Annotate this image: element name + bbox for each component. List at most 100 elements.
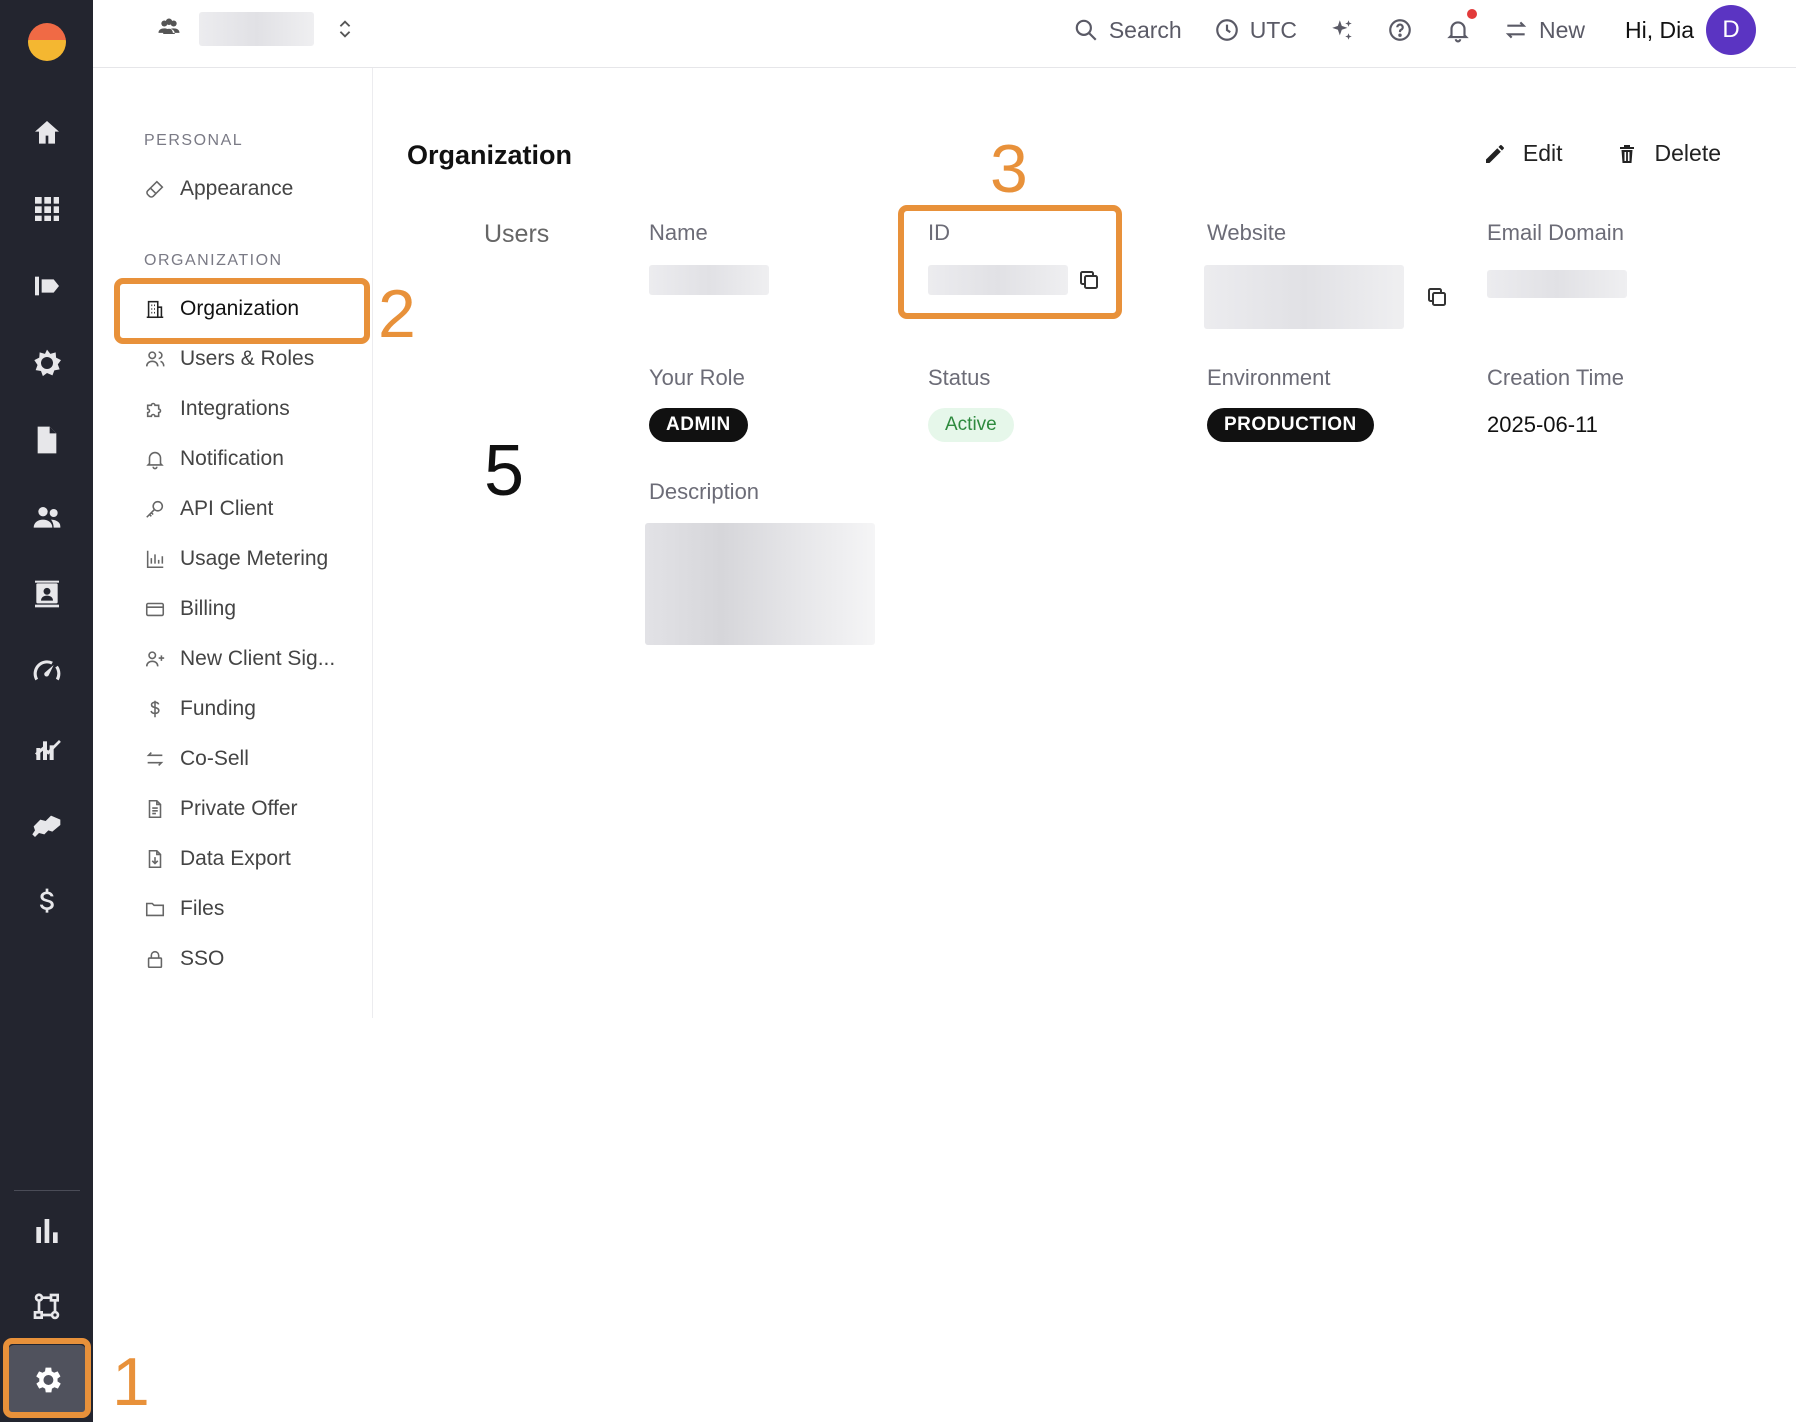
sidebar-item-appearance[interactable]: Appearance	[144, 171, 293, 207]
folder-icon	[145, 902, 165, 917]
sidebar-item-users-roles[interactable]: Users & Roles	[144, 341, 314, 377]
sidebar-item-funding[interactable]: Funding	[144, 691, 256, 727]
sparkle-icon	[1332, 20, 1352, 40]
name-label: Name	[649, 220, 708, 245]
annotation-number-5: 5	[484, 431, 525, 511]
bar-chart-icon[interactable]	[26, 1210, 68, 1252]
personal-section-heading: PERSONAL	[144, 132, 244, 149]
page-title: Organization	[407, 140, 573, 170]
lock-icon	[147, 950, 163, 969]
bar-chart-icon	[146, 550, 164, 569]
org-name-redacted	[199, 12, 314, 46]
edit-button[interactable]: Edit	[1483, 140, 1563, 167]
listing-icon[interactable]	[26, 265, 68, 307]
chevron-updown-icon	[334, 15, 356, 43]
trash-icon	[1619, 144, 1634, 163]
copy-icon	[1428, 288, 1446, 306]
sidebar-item-usage-metering[interactable]: Usage Metering	[144, 541, 328, 577]
handshake-icon[interactable]	[26, 804, 68, 846]
status-label: Status	[928, 365, 991, 390]
rail-divider	[14, 1190, 80, 1191]
copy-id-button[interactable]	[1077, 268, 1101, 292]
new-button[interactable]: New	[1503, 17, 1585, 44]
sidebar-item-label: New Client Sig...	[180, 647, 336, 670]
tab-users[interactable]: Users	[484, 220, 549, 249]
id-value-redacted	[928, 265, 1068, 295]
speedometer-icon[interactable]	[26, 650, 68, 692]
environment-badge: PRODUCTION	[1207, 408, 1374, 442]
avatar[interactable]: D	[1706, 5, 1756, 55]
website-label: Website	[1207, 220, 1287, 245]
delete-label: Delete	[1654, 140, 1721, 166]
contact-card-icon[interactable]	[26, 573, 68, 615]
puzzle-icon	[146, 402, 162, 418]
name-value-redacted	[649, 265, 769, 295]
sidebar-item-label: Private Offer	[180, 797, 298, 820]
search-button[interactable]: Search	[1073, 17, 1182, 44]
sidebar-item-data-export[interactable]: Data Export	[144, 841, 291, 877]
sidebar-item-integrations[interactable]: Integrations	[144, 391, 290, 427]
workflow-icon[interactable]	[26, 1286, 68, 1328]
email-domain-label: Email Domain	[1487, 220, 1624, 245]
sidebar-item-private-offer[interactable]: Private Offer	[144, 791, 298, 827]
building-icon	[146, 300, 164, 319]
sidebar-item-label: Users & Roles	[180, 347, 315, 370]
sidebar-item-co-sell[interactable]: Co-Sell	[144, 741, 249, 777]
sidebar-item-sso[interactable]: SSO	[144, 941, 224, 977]
home-icon[interactable]	[26, 112, 68, 154]
document-icon	[148, 799, 162, 819]
description-value-redacted	[645, 523, 875, 645]
gear-icon	[36, 1367, 61, 1393]
email-domain-value-redacted	[1487, 270, 1627, 298]
file-download-icon	[148, 849, 162, 869]
ai-assistant-button[interactable]	[1329, 17, 1355, 43]
copy-website-button[interactable]	[1425, 285, 1449, 309]
dollar-icon	[150, 700, 160, 718]
help-icon	[1389, 19, 1411, 41]
organization-section-heading: ORGANIZATION	[144, 252, 283, 269]
sidebar-item-new-client-signup[interactable]: New Client Sig...	[144, 641, 335, 677]
notification-dot	[1466, 9, 1477, 19]
settings-button[interactable]	[8, 1345, 86, 1415]
annotation-number-1: 1	[112, 1344, 150, 1420]
creation-time-label: Creation Time	[1487, 365, 1624, 390]
bell-icon	[1447, 21, 1469, 43]
swap-arrows-icon	[1505, 21, 1527, 39]
id-label: ID	[928, 220, 950, 245]
apps-grid-icon[interactable]	[26, 188, 68, 230]
document-icon[interactable]	[26, 419, 68, 461]
notifications-button[interactable]	[1445, 9, 1477, 43]
status-badge: Active	[928, 408, 1014, 442]
sidebar-item-billing[interactable]: Billing	[144, 591, 236, 627]
search-label: Search	[1108, 16, 1182, 43]
sidebar-item-label: Files	[180, 897, 225, 920]
search-icon	[1075, 19, 1097, 41]
app-logo[interactable]	[28, 23, 66, 61]
delete-button[interactable]: Delete	[1615, 140, 1721, 167]
help-button[interactable]	[1387, 17, 1413, 43]
users-icon	[145, 351, 165, 367]
analytics-icon[interactable]	[26, 727, 68, 769]
app-rail	[0, 0, 93, 1422]
bell-icon	[146, 451, 164, 470]
edit-label: Edit	[1522, 140, 1563, 166]
user-greeting: Hi, Dia	[1624, 16, 1694, 43]
sidebar-item-label: API Client	[180, 497, 274, 520]
people-icon[interactable]	[26, 496, 68, 538]
brush-icon	[146, 180, 164, 198]
sidebar-item-label: Co-Sell	[180, 747, 249, 770]
sidebar-item-label: Data Export	[180, 847, 291, 870]
sidebar-item-files[interactable]: Files	[144, 891, 224, 927]
annotation-number-3: 3	[990, 131, 1028, 207]
settings-sidebar: PERSONAL Appearance ORGANIZATION Organiz…	[93, 68, 373, 1018]
sidebar-item-organization[interactable]: Organization	[144, 291, 299, 327]
sun-icon[interactable]	[26, 342, 68, 384]
sidebar-item-label: Appearance	[180, 177, 294, 200]
sidebar-item-label: Integrations	[180, 397, 290, 420]
dollar-icon[interactable]	[26, 881, 68, 923]
timezone-button[interactable]: UTC	[1214, 17, 1297, 44]
org-switcher[interactable]	[155, 12, 356, 46]
sidebar-item-notification[interactable]: Notification	[144, 441, 284, 477]
sidebar-item-api-client[interactable]: API Client	[144, 491, 273, 527]
annotation-number-2: 2	[378, 276, 416, 352]
